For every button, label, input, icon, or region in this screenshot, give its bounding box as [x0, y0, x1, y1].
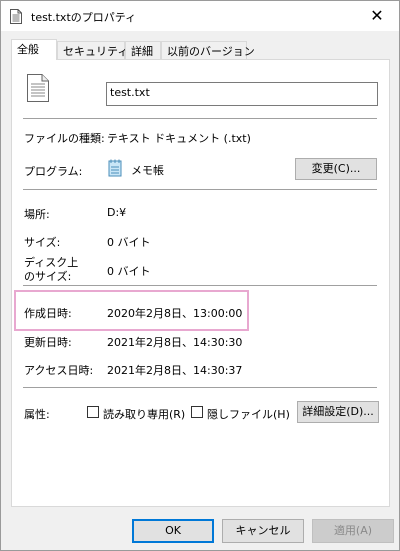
- window-title: test.txtのプロパティ: [31, 11, 137, 24]
- hidden-checkbox[interactable]: [191, 406, 203, 418]
- accessed-label: アクセス日時:: [24, 364, 94, 377]
- tab-general[interactable]: 全般: [11, 39, 57, 60]
- location-label: 場所:: [24, 208, 50, 221]
- created-label: 作成日時:: [24, 307, 72, 320]
- text-file-icon: [10, 9, 22, 27]
- file-type-label: ファイルの種類:: [24, 132, 105, 145]
- accessed-value: 2021年2月8日、14:30:37: [107, 364, 243, 377]
- tab-details[interactable]: 詳細: [125, 41, 161, 59]
- notepad-icon: [107, 159, 123, 180]
- filename-value: test.txt: [110, 86, 150, 99]
- close-icon: ✕: [370, 6, 384, 25]
- tab-previous-versions[interactable]: 以前のバージョン: [161, 41, 255, 59]
- size-value: 0 バイト: [107, 236, 151, 249]
- close-button[interactable]: ✕: [355, 1, 399, 31]
- attributes-label: 属性:: [24, 408, 50, 421]
- readonly-checkbox[interactable]: [87, 406, 99, 418]
- program-label: プログラム:: [24, 165, 83, 178]
- created-value: 2020年2月8日、13:00:00: [107, 307, 243, 320]
- disk-size-value: 0 バイト: [107, 265, 151, 278]
- modified-value: 2021年2月8日、14:30:30: [107, 336, 243, 349]
- separator: [23, 189, 377, 190]
- separator: [23, 387, 377, 388]
- file-type-large-icon: [27, 74, 49, 105]
- properties-dialog: test.txtのプロパティ ✕ 全般 セキュリティ 詳細 以前のバージョン t…: [0, 0, 400, 551]
- modified-label: 更新日時:: [24, 336, 72, 349]
- general-tab-panel: test.txt ファイルの種類: テキスト ドキュメント (.txt) プログ…: [11, 59, 390, 507]
- apply-button[interactable]: 適用(A): [312, 519, 394, 543]
- separator: [23, 285, 377, 286]
- location-value: D:¥: [107, 206, 127, 219]
- ok-button[interactable]: OK: [132, 519, 214, 543]
- tab-security[interactable]: セキュリティ: [57, 41, 128, 59]
- hidden-checkbox-label[interactable]: 隠しファイル(H): [207, 406, 290, 422]
- filename-input[interactable]: test.txt: [106, 82, 378, 106]
- program-value: メモ帳: [131, 164, 164, 177]
- advanced-attributes-button[interactable]: 詳細設定(D)...: [297, 401, 379, 423]
- file-type-value: テキスト ドキュメント (.txt): [107, 132, 251, 145]
- change-program-button[interactable]: 変更(C)...: [295, 158, 377, 180]
- disk-size-label: ディスク上 のサイズ:: [24, 256, 79, 283]
- cancel-button[interactable]: キャンセル: [222, 519, 304, 543]
- title-bar: test.txtのプロパティ ✕: [1, 1, 399, 31]
- readonly-checkbox-label[interactable]: 読み取り専用(R): [103, 406, 185, 422]
- size-label: サイズ:: [24, 236, 61, 249]
- separator: [23, 118, 377, 119]
